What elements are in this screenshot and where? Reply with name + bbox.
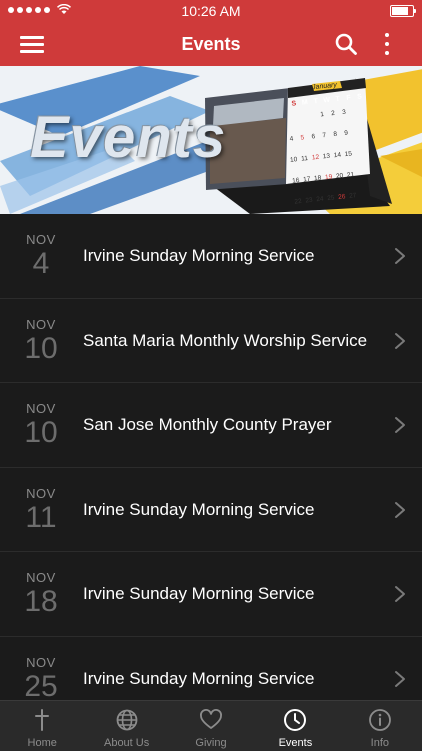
clock-icon <box>284 709 307 731</box>
cross-icon <box>35 709 50 731</box>
calendar-days: 1 2 34 5 6 7 8 910 11 12 13 14 1516 17 18 19 20 2122 23 24 2… <box>283 99 372 214</box>
event-day: 11 <box>25 500 57 534</box>
event-title: Irvine Sunday Morning Service <box>83 584 315 603</box>
battery-fill <box>392 7 409 15</box>
event-row[interactable]: NOV 10 Santa Maria Monthly Worship Service <box>0 298 422 383</box>
battery-icon <box>390 5 416 17</box>
tab-bar: Home About Us Giving Events Info <box>0 700 422 751</box>
search-icon[interactable] <box>334 32 358 56</box>
event-day: 10 <box>24 416 58 449</box>
status-time: 10:26 AM <box>181 3 241 19</box>
calendar-day: 21 <box>346 171 355 179</box>
chevron-right-icon <box>395 417 405 433</box>
chevron-right-icon <box>395 501 405 518</box>
event-row[interactable]: NOV 25 Irvine Sunday Morning Service <box>0 636 422 701</box>
event-title: Santa Maria Monthly Worship Service <box>83 330 368 350</box>
event-title: San Jose Monthly County Prayer <box>83 415 332 434</box>
tab-info[interactable]: Info <box>338 701 422 751</box>
calendar-day: 27 <box>348 192 357 200</box>
event-title: Irvine Sunday Morning Service <box>83 499 315 519</box>
event-month: NOV <box>26 232 56 247</box>
chevron-right-icon <box>395 248 405 264</box>
event-title: Irvine Sunday Morning Service <box>83 668 315 688</box>
event-month: NOV <box>26 654 56 670</box>
tab-label: Events <box>278 737 313 749</box>
event-month: NOV <box>26 401 56 416</box>
event-row[interactable]: NOV 4 Irvine Sunday Morning Service <box>0 214 422 299</box>
event-month: NOV <box>26 570 56 585</box>
event-day: 4 <box>32 247 50 280</box>
calendar-day: 15 <box>344 150 353 159</box>
event-list: NOV 4 Irvine Sunday Morning Service NOV 10 Sa… <box>0 214 422 700</box>
event-month: NOV <box>26 316 56 332</box>
event-row[interactable]: NOV 11 Irvine Sunday Morning Service <box>0 467 422 552</box>
chevron-right-icon <box>395 586 405 602</box>
tab-home[interactable]: Home <box>0 701 84 751</box>
status-bar: 10:26 AM <box>0 0 422 22</box>
tab-label: Home <box>27 737 57 749</box>
globe-icon <box>116 709 138 731</box>
info-icon <box>368 709 391 731</box>
tab-giving[interactable]: Giving <box>169 701 253 751</box>
chevron-right-icon <box>395 332 405 349</box>
tab-label: Info <box>370 737 389 749</box>
banner-title: Events <box>30 105 227 170</box>
events-banner: Events January SMTWTFS 1 2 34 5 6 7 8 910 11 12 13… <box>0 66 422 214</box>
event-row[interactable]: NOV 10 San Jose Monthly County Prayer <box>0 383 422 468</box>
event-day: 10 <box>24 331 58 365</box>
more-vertical-icon[interactable] <box>378 31 398 57</box>
calendar-day: 9 <box>344 129 349 137</box>
event-row[interactable]: NOV 18 Irvine Sunday Morning Service <box>0 552 422 637</box>
tab-label: About Us <box>103 737 150 749</box>
chevron-right-icon <box>395 670 405 687</box>
tab-events[interactable]: Events <box>253 701 337 751</box>
calendar-day: 3 <box>341 108 347 117</box>
event-month: NOV <box>26 485 56 501</box>
calendar-blank <box>305 104 317 118</box>
heart-icon <box>200 709 222 729</box>
tab-about-us[interactable]: About Us <box>84 701 168 751</box>
nav-bar: Events <box>0 22 422 66</box>
event-day: 18 <box>24 585 58 618</box>
event-day: 25 <box>24 669 58 701</box>
page-title: Events <box>181 34 241 54</box>
tab-label: Giving <box>195 737 227 749</box>
event-title: Irvine Sunday Morning Service <box>83 246 315 265</box>
